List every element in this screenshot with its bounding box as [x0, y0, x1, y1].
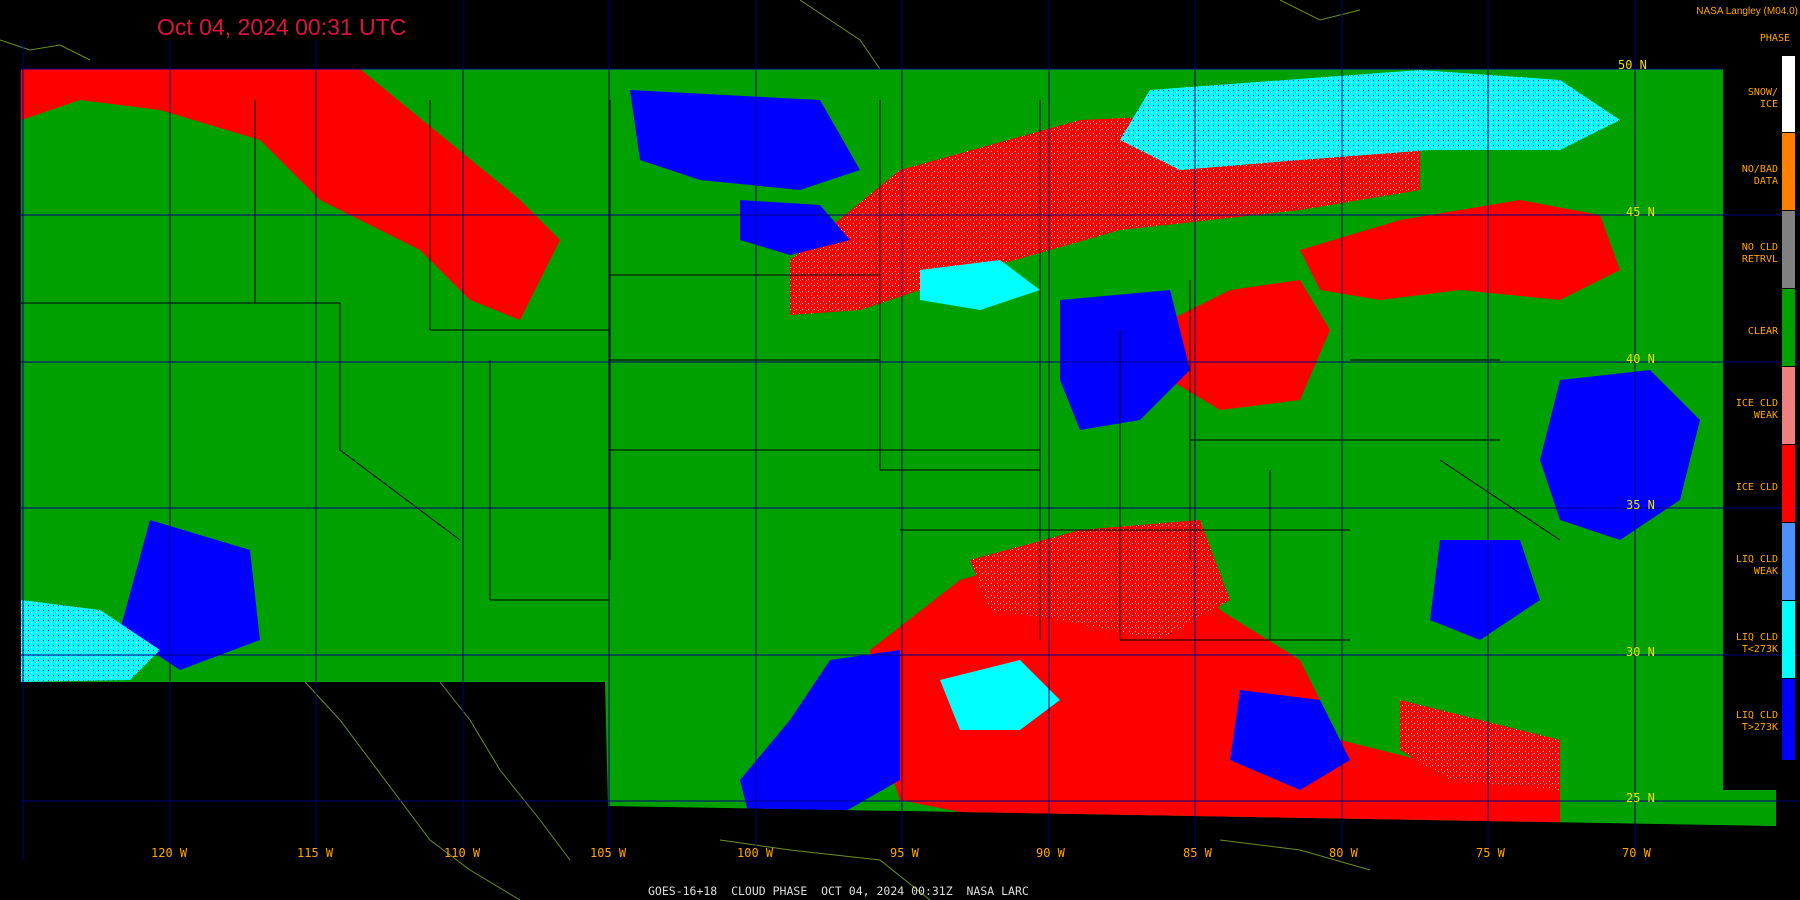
legend-swatch-liquid-weak — [1782, 523, 1795, 600]
legend-swatch-clear — [1782, 289, 1795, 366]
cloud-phase-map — [0, 0, 1800, 900]
legend-swatch-ice — [1782, 445, 1795, 522]
lat-label-35n: 35 N — [1626, 498, 1655, 512]
legend-label-liquid-cold: LIQ CLD T<273K — [1735, 632, 1778, 655]
legend-label-ice-weak: ICE CLD WEAK — [1735, 398, 1778, 421]
lon-label-90w: 90 W — [1036, 846, 1065, 860]
legend-swatch-liquid-warm — [1782, 679, 1795, 760]
legend-label-no-cloud-retrieval: NO CLD RETRVL — [1741, 242, 1778, 265]
lon-label-85w: 85 W — [1183, 846, 1212, 860]
lat-label-30n: 30 N — [1626, 645, 1655, 659]
lon-label-120w: 120 W — [151, 846, 188, 860]
legend-title: PHASE — [1759, 33, 1790, 44]
lon-label-95w: 95 W — [890, 846, 919, 860]
lon-label-110w: 110 W — [444, 846, 481, 860]
legend-label-liquid-warm: LIQ CLD T>273K — [1735, 710, 1778, 733]
lon-label-100w: 100 W — [737, 846, 774, 860]
lon-label-70w: 70 W — [1622, 846, 1651, 860]
legend-swatch-no-bad-data — [1782, 133, 1795, 210]
timestamp-title: Oct 04, 2024 00:31 UTC — [157, 14, 407, 40]
lon-label-115w: 115 W — [297, 846, 334, 860]
credit-label: NASA Langley (M04.0) — [1696, 6, 1798, 17]
lat-label-50n: 50 N — [1618, 58, 1647, 72]
lat-label-40n: 40 N — [1626, 352, 1655, 366]
footer-caption: GOES-16+18 CLOUD PHASE OCT 04, 2024 00:3… — [648, 884, 1029, 898]
legend-label-liquid-weak: LIQ CLD WEAK — [1735, 554, 1778, 577]
legend-label-snow-ice: SNOW/ ICE — [1747, 87, 1778, 110]
lon-label-80w: 80 W — [1329, 846, 1358, 860]
legend-label-ice: ICE CLD — [1735, 482, 1778, 493]
lat-label-45n: 45 N — [1626, 205, 1655, 219]
lon-label-75w: 75 W — [1476, 846, 1505, 860]
lat-label-25n: 25 N — [1626, 791, 1655, 805]
legend-swatch-no-cloud-retrieval — [1782, 211, 1795, 288]
legend-label-no-bad-data: NO/BAD DATA — [1741, 164, 1778, 187]
legend-swatch-ice-weak — [1782, 367, 1795, 444]
lon-label-105w: 105 W — [590, 846, 627, 860]
legend-swatch-liquid-cold — [1782, 601, 1795, 678]
legend-label-clear: CLEAR — [1747, 326, 1778, 337]
legend-swatch-snow-ice — [1782, 56, 1795, 132]
